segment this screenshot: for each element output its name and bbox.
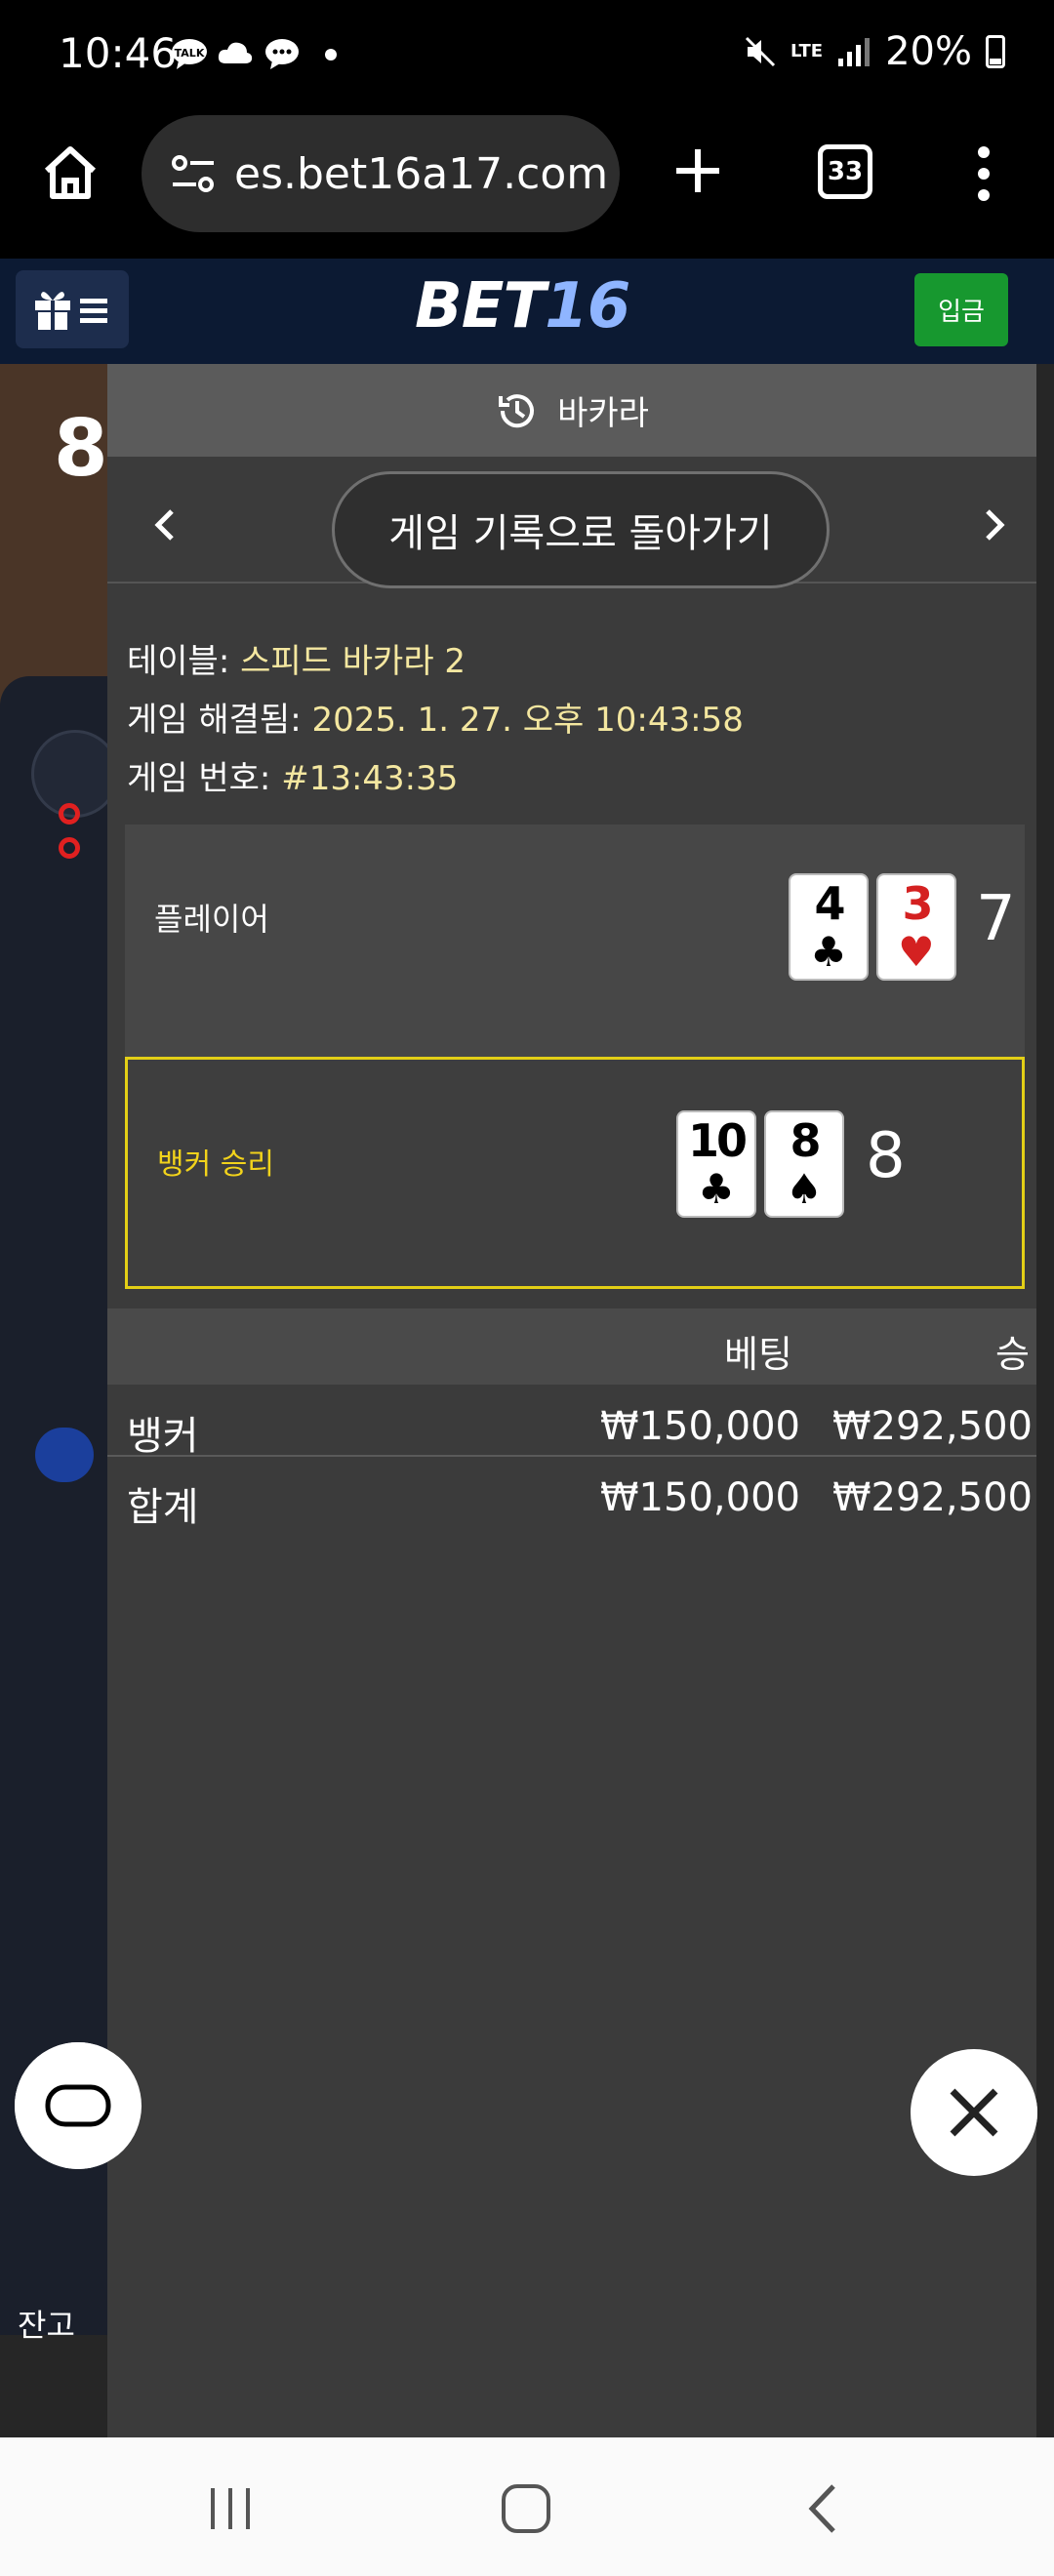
player-card-1: 4 ♣ bbox=[789, 873, 869, 981]
win-amount: ₩292,500 bbox=[832, 1404, 1033, 1449]
battery-percent: 20% bbox=[885, 29, 972, 74]
background-red-ring bbox=[59, 803, 80, 825]
close-icon bbox=[950, 2088, 998, 2137]
banker-hand-row: 뱅커 승리 10 ♣ 8 ♠ 8 bbox=[125, 1057, 1025, 1289]
banker-total: 8 bbox=[866, 1120, 906, 1192]
background-red-ring bbox=[59, 837, 80, 859]
status-bar: 10:46 TALK LTE 20% bbox=[0, 0, 1054, 112]
game-info: 테이블: 스피드 바카라 2 게임 해결됨: 2025. 1. 27. 오후 1… bbox=[127, 632, 744, 808]
background-balance-label: 잔고 bbox=[18, 2307, 75, 2344]
resolved-label: 게임 해결됨: bbox=[127, 701, 302, 740]
modal-header: 바카라 bbox=[107, 364, 1036, 457]
banker-card-2: 8 ♠ bbox=[764, 1110, 844, 1218]
more-notifications-dot bbox=[325, 49, 337, 60]
table-icon bbox=[45, 2084, 111, 2127]
signal-icon bbox=[838, 38, 871, 66]
network-type: LTE bbox=[790, 41, 824, 61]
recent-apps-icon[interactable] bbox=[207, 2484, 256, 2537]
total-name: 합계 bbox=[127, 1485, 199, 1530]
table-value: 스피드 바카라 2 bbox=[240, 642, 466, 681]
banker-card-1: 10 ♣ bbox=[676, 1110, 756, 1218]
back-nav-icon[interactable] bbox=[802, 2482, 841, 2539]
cloud-icon bbox=[217, 37, 254, 70]
resolved-value: 2025. 1. 27. 오후 10:43:58 bbox=[311, 701, 744, 740]
gift-icon bbox=[35, 292, 107, 330]
player-label: 플레이어 bbox=[154, 901, 269, 938]
talk-notification-icon: TALK bbox=[171, 37, 208, 70]
game-history-modal: 바카라 게임 기록으로 돌아가기 테이블: 스피드 바카라 2 게임 해결됨: … bbox=[107, 364, 1036, 2437]
table-label: 테이블: bbox=[127, 642, 230, 681]
brand-logo[interactable]: BET16 bbox=[415, 270, 630, 342]
player-total: 7 bbox=[976, 883, 1016, 955]
address-bar[interactable]: es.bet16a17.com bbox=[142, 115, 620, 232]
next-game-icon[interactable] bbox=[974, 505, 1013, 544]
modal-title: 바카라 bbox=[557, 394, 649, 433]
system-navigation-bar bbox=[0, 2437, 1054, 2576]
row-divider bbox=[107, 1455, 1036, 1457]
bet-name: 뱅커 bbox=[127, 1414, 199, 1459]
history-icon bbox=[499, 393, 535, 427]
site-header: BET16 입금 bbox=[0, 259, 1054, 364]
win-column-header: 승 bbox=[995, 1333, 1030, 1376]
svg-text:TALK: TALK bbox=[175, 47, 205, 60]
browser-toolbar: es.bet16a17.com 33 bbox=[0, 112, 1054, 259]
deposit-button[interactable]: 입금 bbox=[914, 273, 1008, 346]
message-icon bbox=[264, 37, 301, 70]
game-number-line: 게임 번호: #13:43:35 bbox=[127, 749, 744, 808]
status-right-group: LTE 20% bbox=[744, 29, 1005, 74]
gift-menu-button[interactable] bbox=[16, 270, 129, 348]
player-card-2: 3 ♥ bbox=[876, 873, 956, 981]
back-to-history-button[interactable]: 게임 기록으로 돌아가기 bbox=[332, 471, 830, 588]
total-win-amount: ₩292,500 bbox=[832, 1475, 1033, 1520]
tabs-button[interactable]: 33 bbox=[818, 144, 872, 199]
home-icon[interactable] bbox=[39, 141, 101, 208]
previous-game-icon[interactable] bbox=[146, 505, 185, 544]
game-number-label: 게임 번호: bbox=[127, 759, 271, 798]
table-view-button[interactable] bbox=[15, 2042, 142, 2169]
game-number-value: #13:43:35 bbox=[281, 759, 459, 798]
total-bet-amount: ₩150,000 bbox=[600, 1475, 800, 1520]
history-navigation: 게임 기록으로 돌아가기 bbox=[107, 462, 1036, 588]
logo-text: BET bbox=[415, 270, 546, 342]
background-chip bbox=[35, 1428, 94, 1482]
mute-icon bbox=[745, 36, 776, 67]
resolved-info-line: 게임 해결됨: 2025. 1. 27. 오후 10:43:58 bbox=[127, 691, 744, 749]
battery-icon bbox=[986, 35, 1005, 68]
home-nav-icon[interactable] bbox=[500, 2482, 552, 2539]
bet-column-header: 베팅 bbox=[724, 1333, 792, 1376]
more-options-icon[interactable] bbox=[974, 144, 993, 207]
new-tab-icon[interactable] bbox=[669, 141, 727, 204]
logo-number: 16 bbox=[545, 270, 630, 342]
player-hand-row: 플레이어 4 ♣ 3 ♥ 7 bbox=[125, 825, 1025, 1057]
banker-win-label: 뱅커 승리 bbox=[157, 1147, 274, 1182]
close-overlay-button[interactable] bbox=[911, 2049, 1037, 2176]
bets-table-header: 베팅 승 bbox=[107, 1308, 1036, 1385]
site-settings-icon[interactable] bbox=[171, 152, 216, 206]
status-time: 10:46 bbox=[59, 29, 178, 77]
table-row: 합계 ₩150,000 ₩292,500 bbox=[107, 1466, 1036, 1536]
bet-amount: ₩150,000 bbox=[600, 1404, 800, 1449]
table-info-line: 테이블: 스피드 바카라 2 bbox=[127, 632, 744, 691]
url-text: es.bet16a17.com bbox=[234, 148, 609, 199]
